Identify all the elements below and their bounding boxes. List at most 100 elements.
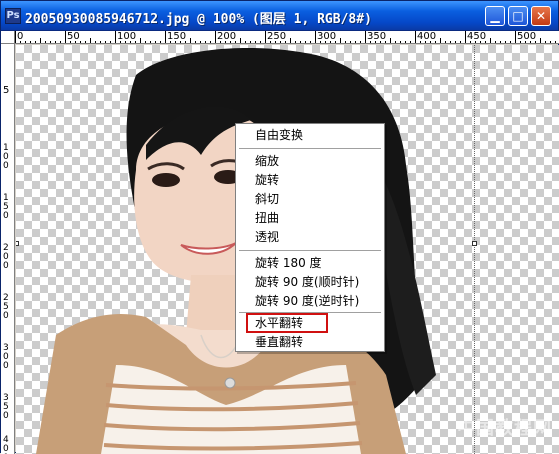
ruler-tick bbox=[390, 38, 391, 43]
transform-handle[interactable] bbox=[16, 241, 19, 246]
ruler-tick bbox=[25, 41, 26, 43]
ruler-tick bbox=[65, 31, 66, 43]
ruler-tick bbox=[175, 41, 176, 43]
ruler-tick bbox=[300, 41, 301, 43]
ruler-tick bbox=[510, 41, 511, 43]
ruler-tick bbox=[535, 41, 536, 43]
ruler-tick bbox=[400, 41, 401, 43]
close-button[interactable]: ✕ bbox=[531, 6, 551, 26]
ruler-tick bbox=[60, 41, 61, 43]
close-icon: ✕ bbox=[535, 9, 547, 23]
ruler-tick bbox=[310, 41, 311, 43]
ruler-tick bbox=[485, 41, 486, 43]
ruler-tick bbox=[155, 41, 156, 43]
ruler-tick bbox=[55, 41, 56, 43]
ruler-tick bbox=[260, 41, 261, 43]
horizontal-ruler[interactable]: 0 50 100 150 200 250 300 350 400 450 500 bbox=[15, 31, 559, 44]
ruler-tick bbox=[355, 41, 356, 43]
ruler-tick bbox=[125, 41, 126, 43]
ruler-tick bbox=[425, 41, 426, 43]
ruler-tick bbox=[70, 41, 71, 43]
ruler-tick bbox=[15, 31, 16, 43]
ruler-tick bbox=[150, 41, 151, 43]
ruler-origin[interactable] bbox=[1, 31, 15, 44]
ruler-tick bbox=[555, 41, 556, 43]
ruler-tick bbox=[435, 41, 436, 43]
ruler-tick bbox=[480, 41, 481, 43]
watermark-text: 中国教程网 bbox=[457, 418, 552, 438]
ruler-tick bbox=[445, 41, 446, 43]
menu-item-rotate-180[interactable]: 旋转 180 度 bbox=[236, 254, 384, 273]
ruler-tick bbox=[255, 41, 256, 43]
ruler-tick bbox=[455, 41, 456, 43]
ruler-tick bbox=[500, 41, 501, 43]
ruler-tick bbox=[75, 41, 76, 43]
photoshop-app-icon[interactable]: Ps bbox=[5, 8, 21, 24]
menu-item-free-transform[interactable]: 自由变换 bbox=[236, 126, 384, 145]
maximize-icon: □ bbox=[512, 9, 524, 23]
menu-item-scale[interactable]: 缩放 bbox=[236, 152, 384, 171]
menu-item-flip-vertical[interactable]: 垂直翻转 bbox=[236, 333, 384, 352]
ruler-tick bbox=[100, 41, 101, 43]
ruler-tick bbox=[170, 41, 171, 43]
ruler-tick bbox=[550, 41, 551, 43]
menu-item-rotate-90-ccw[interactable]: 旋转 90 度(逆时针) bbox=[236, 292, 384, 311]
ruler-tick bbox=[265, 31, 266, 43]
ruler-tick bbox=[520, 41, 521, 43]
transform-handle[interactable] bbox=[472, 241, 477, 246]
ruler-tick bbox=[530, 41, 531, 43]
ruler-label: 3 5 0 bbox=[3, 393, 9, 421]
ruler-tick bbox=[545, 41, 546, 43]
menu-separator bbox=[239, 250, 381, 251]
ruler-tick bbox=[195, 41, 196, 43]
ruler-tick bbox=[115, 31, 116, 43]
ruler-tick bbox=[330, 41, 331, 43]
ruler-label: 1 0 0 bbox=[3, 143, 9, 171]
ruler-tick bbox=[185, 41, 186, 43]
ruler-tick bbox=[380, 41, 381, 43]
ruler-tick bbox=[120, 41, 121, 43]
ruler-tick bbox=[295, 41, 296, 43]
ruler-tick bbox=[470, 41, 471, 43]
ruler-tick bbox=[240, 38, 241, 43]
ruler-tick bbox=[285, 41, 286, 43]
ruler-tick bbox=[200, 41, 201, 43]
transform-context-menu[interactable]: 自由变换 缩放 旋转 斜切 扭曲 透视 旋转 180 度 旋转 90 度(顺时针… bbox=[235, 123, 385, 352]
ruler-tick bbox=[475, 41, 476, 43]
ruler-tick bbox=[105, 41, 106, 43]
ruler-tick bbox=[320, 41, 321, 43]
guide-line[interactable] bbox=[474, 45, 475, 454]
ruler-tick bbox=[375, 41, 376, 43]
ruler-tick bbox=[35, 41, 36, 43]
ruler-tick bbox=[165, 31, 166, 43]
menu-item-rotate-90-cw[interactable]: 旋转 90 度(顺时针) bbox=[236, 273, 384, 292]
ruler-tick bbox=[440, 38, 441, 43]
ruler-tick bbox=[130, 41, 131, 43]
title-bar[interactable]: Ps 20050930085946712.jpg @ 100% (图层 1, R… bbox=[1, 1, 558, 31]
ruler-tick bbox=[95, 41, 96, 43]
ruler-label: 2 5 0 bbox=[3, 293, 9, 321]
ruler-tick bbox=[360, 41, 361, 43]
menu-item-skew[interactable]: 斜切 bbox=[236, 190, 384, 209]
ruler-tick bbox=[270, 41, 271, 43]
ruler-tick bbox=[30, 41, 31, 43]
ruler-tick bbox=[235, 41, 236, 43]
maximize-button[interactable]: □ bbox=[508, 6, 528, 26]
menu-item-distort[interactable]: 扭曲 bbox=[236, 209, 384, 228]
ruler-tick bbox=[365, 31, 366, 43]
ruler-tick bbox=[450, 41, 451, 43]
ruler-tick bbox=[275, 41, 276, 43]
minimize-button[interactable]: ▁ bbox=[485, 6, 505, 26]
ruler-label: 1 5 0 bbox=[3, 193, 9, 221]
ruler-tick bbox=[230, 41, 231, 43]
ruler-label: 2 0 0 bbox=[3, 243, 9, 271]
menu-item-rotate[interactable]: 旋转 bbox=[236, 171, 384, 190]
ruler-tick bbox=[430, 41, 431, 43]
vertical-ruler[interactable]: 5 1 0 0 1 5 0 2 0 0 2 5 0 3 0 0 3 5 0 4 … bbox=[1, 44, 15, 454]
ruler-tick bbox=[80, 41, 81, 43]
ruler-tick bbox=[280, 41, 281, 43]
ruler-tick bbox=[135, 41, 136, 43]
flip-horizontal-highlight bbox=[246, 313, 328, 333]
menu-item-perspective[interactable]: 透视 bbox=[236, 228, 384, 247]
menu-separator bbox=[239, 148, 381, 149]
